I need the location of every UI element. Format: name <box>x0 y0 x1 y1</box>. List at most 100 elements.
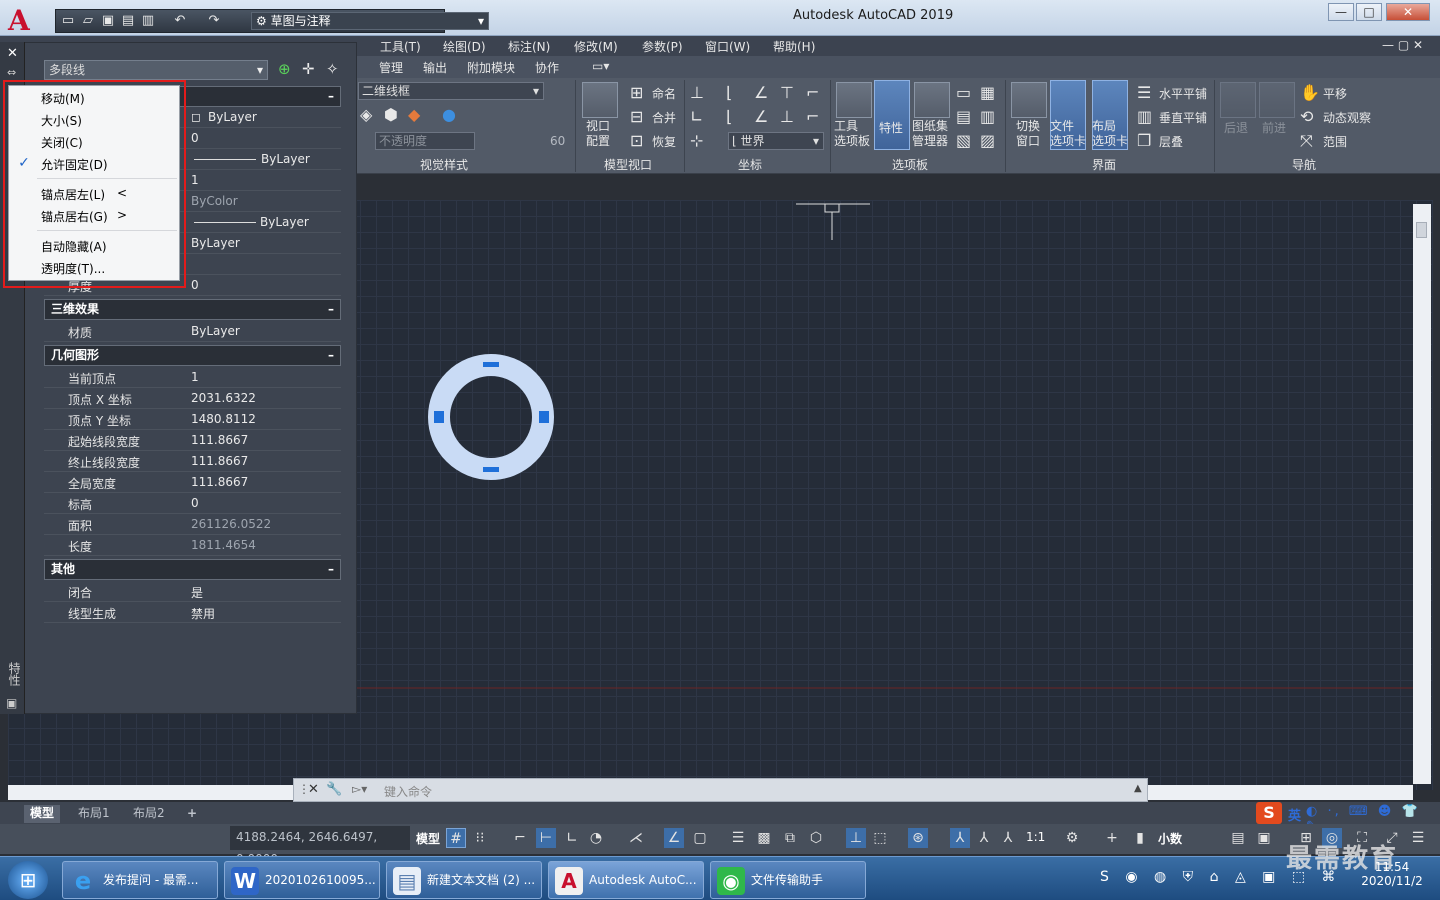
taskbar-item-autocad[interactable]: A Autodesk AutoC... <box>548 861 704 899</box>
panel-title-palettes[interactable]: 选项板 <box>892 156 928 173</box>
tab-layout1[interactable]: 布局1 <box>72 805 116 823</box>
cascade-icon[interactable]: ❐ <box>1137 132 1151 150</box>
menu-modify[interactable]: 修改(M) <box>574 38 618 55</box>
forward-label[interactable]: 前进 <box>1262 119 1286 136</box>
taskbar-item-wechat[interactable]: ◉ 文件传输助手 <box>710 861 866 899</box>
menu-window[interactable]: 窗口(W) <box>705 38 750 55</box>
menu-item-anchor-left[interactable]: 锚点居左(L) <box>41 186 105 203</box>
open-icon[interactable]: ▱ <box>80 13 96 29</box>
layout-tabs-label[interactable]: 布局 选项卡 <box>1092 119 1128 149</box>
collapse-icon[interactable]: – <box>328 300 334 319</box>
visual-style-icon[interactable]: ◈ <box>360 106 372 124</box>
customize-icon[interactable]: ☰ <box>1408 828 1428 848</box>
restore-viewport-icon[interactable]: ⊡ <box>630 132 643 150</box>
property-row[interactable]: 闭合 是 <box>44 581 341 602</box>
select-objects-icon[interactable]: ✛ <box>302 60 315 78</box>
ucs-named-icon[interactable]: ⌐ <box>806 108 819 126</box>
menu-draw[interactable]: 绘图(D) <box>443 38 486 55</box>
back-icon[interactable] <box>1220 82 1256 118</box>
tab-manage[interactable]: 管理 <box>379 59 403 76</box>
file-tabs-label[interactable]: 文件 选项卡 <box>1050 119 1086 149</box>
taskbar-item-word[interactable]: W 2020102610095... <box>224 861 380 899</box>
design-center-icon[interactable]: ▦ <box>980 84 995 102</box>
sheetset-icon[interactable] <box>914 82 950 118</box>
pan-icon[interactable]: ✋ <box>1300 84 1320 102</box>
taskbar-item-ie[interactable]: e 发布提问 - 最需... <box>62 861 218 899</box>
quick-properties-icon[interactable]: ▤ <box>1228 828 1248 848</box>
object-type-combo[interactable]: 多段线 ▾ <box>44 60 268 80</box>
prompt-icon[interactable]: ▻▾ <box>352 782 367 796</box>
model-space-button[interactable]: 模型 <box>416 830 440 847</box>
section-3d-effects[interactable]: 三维效果 – <box>44 299 341 320</box>
tab-collaborate[interactable]: 协作 <box>535 59 559 76</box>
sphere-icon[interactable]: ● <box>442 106 456 124</box>
tile-vertical-icon[interactable]: ▥ <box>1137 108 1152 126</box>
switch-window-label[interactable]: 切换 窗口 <box>1016 119 1040 149</box>
plus-icon[interactable]: + <box>1102 828 1122 848</box>
menu-item-allow-docking[interactable]: 允许固定(D) <box>41 156 108 173</box>
sheetset-label[interactable]: 图纸集 管理器 <box>912 119 948 149</box>
start-button-icon[interactable]: ⊞ <box>8 861 48 899</box>
tool-palettes-icon[interactable] <box>836 82 872 118</box>
ucs-z-axis-icon[interactable]: ⊥ <box>780 108 794 126</box>
menu-tools[interactable]: 工具(T) <box>380 38 421 55</box>
lock-ui-icon[interactable]: ▣ <box>1254 828 1274 848</box>
ucs-view-icon[interactable]: ⊤ <box>780 84 794 102</box>
units-icon[interactable]: ▮ <box>1130 828 1150 848</box>
snap-icon[interactable]: ⁝⁝ <box>470 828 490 848</box>
orbit-icon[interactable]: ⟲ <box>1300 108 1313 126</box>
ucs-object-icon[interactable]: ⌐ <box>806 84 819 102</box>
autocad-logo-icon[interactable]: A <box>8 6 44 36</box>
pan-label[interactable]: 平移 <box>1323 85 1347 102</box>
osnap-icon[interactable]: ▢ <box>690 828 710 848</box>
orbit-label[interactable]: 动态观察 <box>1323 109 1371 126</box>
polar-icon[interactable]: ◔ <box>586 828 606 848</box>
selection-filter-icon[interactable]: ⬚ <box>870 828 890 848</box>
taskbar-clock[interactable]: 11:54 2020/11/2 <box>1352 860 1432 888</box>
undo-icon[interactable]: ↶ <box>172 13 188 29</box>
workspace-combo[interactable]: ⚙ 草图与注释 ▾ <box>251 12 489 30</box>
visual-style-combo[interactable]: 二维线框 ▾ <box>358 82 544 100</box>
coordinates-readout[interactable]: 4188.2464, 2646.6497, 0.0000 <box>230 826 410 866</box>
forward-icon[interactable] <box>1259 82 1295 118</box>
restore-label[interactable]: 恢复 <box>652 133 676 150</box>
section-misc[interactable]: 其他 – <box>44 559 341 580</box>
property-row[interactable]: 线型生成 禁用 <box>44 602 341 623</box>
ucs-icon-settings[interactable]: ⊹ <box>690 132 703 150</box>
save-icon[interactable]: ▣ <box>100 13 116 29</box>
ucs-z-icon[interactable]: ∠ <box>754 84 768 102</box>
annotation-scale-icon[interactable]: ⅄ <box>998 828 1018 848</box>
property-row[interactable]: 终止线段宽度 111.8667 <box>44 451 341 472</box>
quickcalc-icon[interactable]: ▧ <box>956 132 971 150</box>
named-viewport-icon[interactable]: ⊞ <box>630 84 643 102</box>
infer-icon[interactable]: ⌐ <box>510 828 530 848</box>
menu-dimension[interactable]: 标注(N) <box>508 38 550 55</box>
save-as-icon[interactable]: ▤ <box>120 13 136 29</box>
sogou-icon[interactable]: S <box>1256 802 1282 824</box>
ucs-x-icon[interactable]: ⌊ <box>726 108 732 126</box>
menu-item-transparency[interactable]: 透明度(T)... <box>41 260 105 277</box>
tile-horizontal-label[interactable]: 水平平铺 <box>1159 85 1207 102</box>
menu-item-move[interactable]: 移动(M) <box>41 90 85 107</box>
markup-icon[interactable]: ▤ <box>956 108 971 126</box>
extents-label[interactable]: 范围 <box>1323 133 1347 150</box>
property-row[interactable]: 顶点 X 坐标 2031.6322 <box>44 388 341 409</box>
menu-item-anchor-right[interactable]: 锚点居右(G) <box>41 208 108 225</box>
toggle-pickadd-icon[interactable]: ⊕ <box>278 60 291 78</box>
ucs-icon[interactable]: ⊥ <box>690 84 704 102</box>
units-value[interactable]: 小数 <box>1158 830 1182 847</box>
properties-button[interactable] <box>874 80 910 150</box>
lineweight-icon[interactable]: ☰ <box>728 828 748 848</box>
property-row[interactable]: 起始线段宽度 111.8667 <box>44 430 341 451</box>
annotation-scale-value[interactable]: 1:1 <box>1026 830 1045 844</box>
maximize-button[interactable]: □ <box>1356 3 1382 21</box>
dbconnect-icon[interactable]: ▨ <box>980 132 995 150</box>
close-icon[interactable]: ✕ <box>7 46 18 61</box>
panel-title-visual-styles[interactable]: 视觉样式 <box>420 156 468 173</box>
selection-cycling-icon[interactable]: ⧉ <box>780 828 800 848</box>
property-row[interactable]: 长度 1811.4654 <box>44 535 341 556</box>
properties-label[interactable]: 特性 <box>879 119 903 136</box>
tab-layout2[interactable]: 布局2 <box>127 805 171 823</box>
cube-icon[interactable]: ⬢ <box>384 106 398 124</box>
tab-model[interactable]: 模型 <box>24 805 61 823</box>
